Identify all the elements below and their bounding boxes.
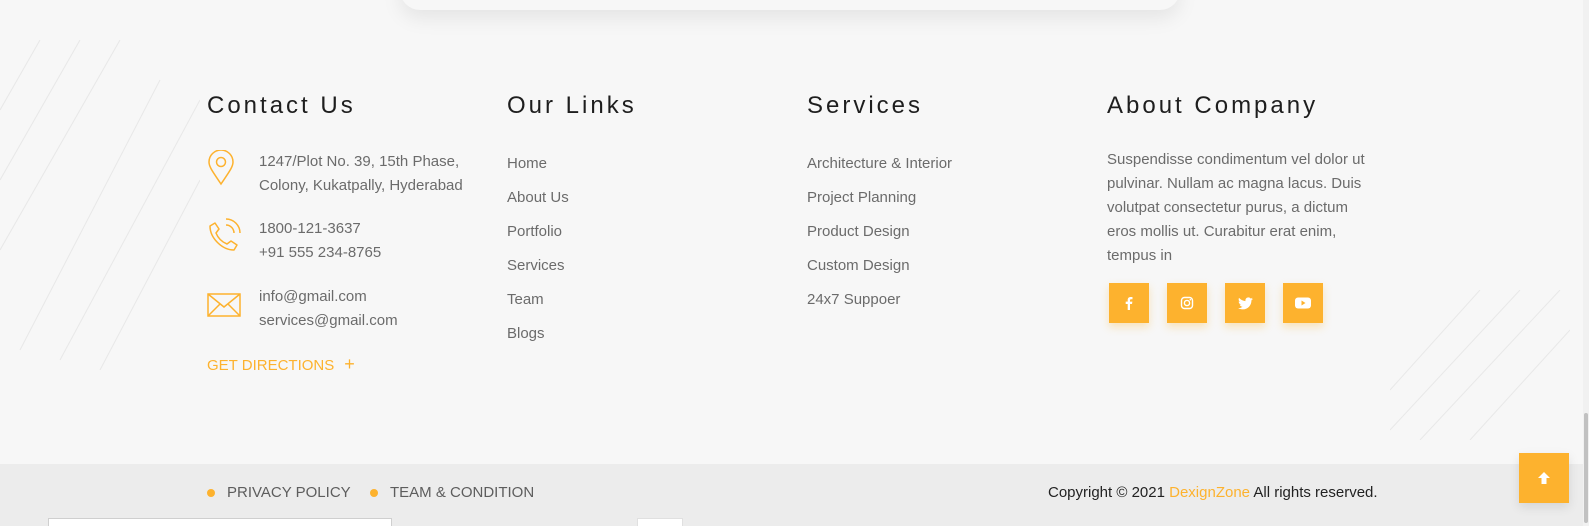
link-team[interactable]: Team (507, 290, 569, 324)
about-title: About Company (1107, 92, 1319, 119)
phone-number-2[interactable]: +91 555 234-8765 (259, 241, 381, 265)
mail-icon (207, 285, 241, 321)
youtube-button[interactable] (1283, 283, 1323, 323)
plus-icon: + (344, 354, 355, 374)
phone-icon (207, 217, 241, 253)
copyright-text: Copyright © 2021 DexignZone All rights r… (1048, 484, 1378, 501)
facebook-button[interactable] (1109, 283, 1149, 323)
email-1[interactable]: info@gmail.com (259, 285, 398, 309)
address-line-1: 1247/Plot No. 39, 15th Phase, (259, 153, 460, 170)
terms-condition-label: TEAM & CONDITION (390, 484, 535, 501)
service-architecture-interior[interactable]: Architecture & Interior (807, 154, 952, 188)
terms-condition-link[interactable]: TEAM & CONDITION (370, 484, 534, 501)
scrollbar-thumb[interactable] (1584, 413, 1588, 523)
phone-number-1[interactable]: 1800-121-3637 (259, 217, 381, 241)
facebook-icon (1125, 297, 1133, 310)
service-custom-design[interactable]: Custom Design (807, 256, 952, 290)
section-card-shadow (400, 0, 1180, 10)
link-home[interactable]: Home (507, 154, 569, 188)
contact-column: Contact Us 1247/Plot No. 39, 15th Phase,… (207, 92, 477, 392)
bullet-dot (370, 488, 378, 497)
about-text: Suspendisse condimentum vel dolor ut pul… (1107, 151, 1365, 264)
about-column: About Company Suspendisse condimentum ve… (1107, 92, 1387, 342)
get-directions-label: GET DIRECTIONS (207, 357, 335, 374)
bullet-dot (207, 488, 215, 497)
services-list: Architecture & Interior Project Planning… (807, 154, 952, 324)
services-title: Services (807, 92, 924, 119)
footer-bottom-bar: PRIVACY POLICY TEAM & CONDITION Copyrigh… (0, 464, 1583, 526)
address-item: 1247/Plot No. 39, 15th Phase, Colony, Ku… (207, 149, 463, 198)
decorative-stripes-right (1390, 290, 1570, 440)
privacy-policy-label: PRIVACY POLICY (227, 484, 351, 501)
links-list: Home About Us Portfolio Services Team Bl… (507, 154, 569, 358)
service-support[interactable]: 24x7 Suppoer (807, 290, 952, 324)
copyright-prefix: Copyright © 2021 (1048, 484, 1165, 501)
phone-item: 1800-121-3637 +91 555 234-8765 (207, 217, 381, 265)
link-about-us[interactable]: About Us (507, 188, 569, 222)
service-product-design[interactable]: Product Design (807, 222, 952, 256)
decorative-stripes-left (0, 40, 200, 370)
scroll-to-top-button[interactable] (1519, 453, 1569, 503)
link-portfolio[interactable]: Portfolio (507, 222, 569, 256)
youtube-icon (1295, 297, 1311, 309)
link-services[interactable]: Services (507, 256, 569, 290)
location-pin-icon (207, 149, 241, 186)
contact-title: Contact Us (207, 92, 356, 119)
email-item: info@gmail.com services@gmail.com (207, 285, 398, 333)
links-column: Our Links Home About Us Portfolio Servic… (507, 92, 757, 372)
privacy-policy-link[interactable]: PRIVACY POLICY (207, 484, 351, 501)
instagram-button[interactable] (1167, 283, 1207, 323)
copyright-suffix: All rights reserved. (1253, 484, 1378, 501)
arrow-up-icon (1538, 472, 1550, 484)
partial-panel-middle (637, 518, 683, 526)
services-column: Services Architecture & Interior Project… (807, 92, 1057, 352)
email-2[interactable]: services@gmail.com (259, 309, 398, 333)
brand-link[interactable]: DexignZone (1169, 484, 1250, 501)
instagram-icon (1180, 296, 1194, 310)
get-directions-link[interactable]: GET DIRECTIONS + (207, 354, 355, 375)
page-scrollbar[interactable] (1583, 0, 1589, 526)
link-blogs[interactable]: Blogs (507, 324, 569, 358)
links-title: Our Links (507, 92, 637, 119)
twitter-button[interactable] (1225, 283, 1265, 323)
partial-panel-left (48, 518, 392, 526)
twitter-icon (1237, 296, 1253, 309)
address-line-2: Colony, Kukatpally, Hyderabad (259, 177, 463, 194)
social-links (1109, 283, 1323, 323)
service-project-planning[interactable]: Project Planning (807, 188, 952, 222)
